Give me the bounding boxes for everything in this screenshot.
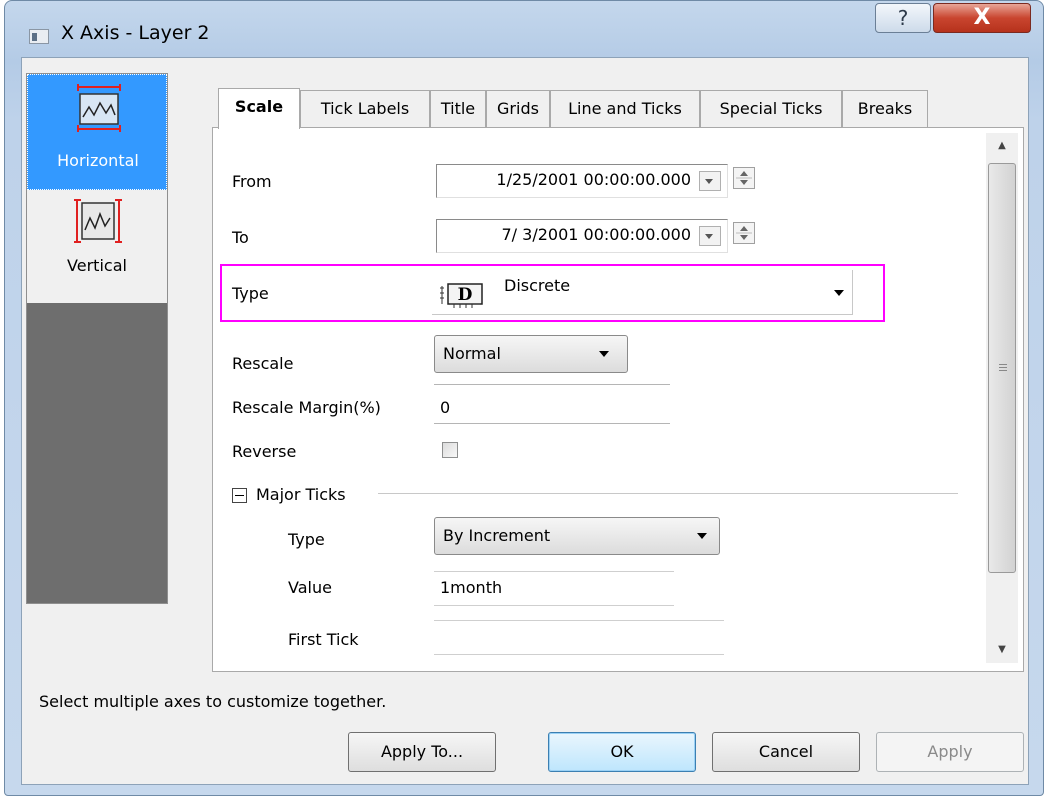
type-dropdown-arrow-icon [834, 290, 844, 296]
scrollbar-thumb[interactable] [988, 163, 1016, 573]
major-type-label: Type [288, 530, 325, 549]
type-combobox[interactable]: D Discrete [432, 270, 853, 315]
scroll-down-icon[interactable]: ▼ [988, 639, 1016, 661]
window-title: X Axis - Layer 2 [61, 22, 210, 44]
tab-line-and-ticks[interactable]: Line and Ticks [550, 90, 700, 128]
rescale-margin-underline [434, 423, 670, 424]
side-item-label: Horizontal [57, 151, 139, 170]
from-dropdown-button[interactable] [699, 171, 721, 191]
side-item-label: Vertical [67, 256, 127, 275]
to-spin-button[interactable] [733, 222, 755, 244]
from-field[interactable]: 1/25/2001 00:00:00.000 [436, 164, 728, 198]
reverse-checkbox[interactable] [442, 442, 458, 458]
vertical-axis-icon [74, 197, 122, 245]
tab-breaks[interactable]: Breaks [842, 90, 928, 128]
window-icon [29, 29, 49, 44]
apply-to-button[interactable]: Apply To... [348, 732, 496, 772]
axis-selector-panel: Horizontal Vertical [26, 73, 168, 604]
side-item-vertical[interactable]: Vertical [27, 190, 167, 303]
apply-button[interactable]: Apply [876, 732, 1024, 772]
rescale-label: Rescale [232, 354, 294, 373]
tab-grids[interactable]: Grids [486, 90, 550, 128]
from-spin-button[interactable] [733, 167, 755, 189]
first-tick-input[interactable] [440, 630, 720, 654]
from-value: 1/25/2001 00:00:00.000 [496, 170, 691, 189]
tab-special-ticks[interactable]: Special Ticks [700, 90, 842, 128]
first-tick-label: First Tick [288, 630, 359, 649]
cancel-button[interactable]: Cancel [712, 732, 860, 772]
spin-arrows-icon [736, 171, 752, 185]
to-field[interactable]: 7/ 3/2001 00:00:00.000 [436, 219, 728, 253]
reverse-label: Reverse [232, 442, 297, 461]
value-label: Value [288, 578, 332, 597]
rescale-value: Normal [443, 344, 501, 363]
rescale-margin-input[interactable]: 0 [440, 398, 670, 422]
to-label: To [232, 228, 249, 247]
type-value: Discrete [504, 276, 571, 295]
close-button[interactable]: X [933, 3, 1031, 33]
value-input[interactable]: 1month [440, 578, 672, 602]
scroll-up-icon[interactable]: ▲ [988, 135, 1016, 157]
rescale-separator [434, 384, 670, 385]
tab-tick-labels[interactable]: Tick Labels [300, 90, 430, 128]
discrete-scale-icon: D [440, 283, 483, 308]
rescale-dropdown-arrow-icon [599, 351, 609, 357]
value-underline [434, 605, 674, 606]
tab-title[interactable]: Title [430, 90, 486, 128]
horizontal-axis-icon [75, 84, 123, 132]
major-type-value: By Increment [443, 526, 551, 545]
rescale-combobox[interactable]: Normal [434, 335, 628, 373]
first-tick-top-line [434, 620, 724, 621]
from-label: From [232, 172, 272, 191]
major-type-combobox[interactable]: By Increment [434, 517, 720, 555]
value-top-line [434, 571, 674, 572]
status-text: Select multiple axes to customize togeth… [39, 692, 387, 711]
spin-arrows-icon [736, 226, 752, 240]
type-label: Type [232, 284, 269, 303]
major-ticks-label: Major Ticks [256, 485, 346, 504]
rescale-margin-label: Rescale Margin(%) [232, 398, 381, 417]
discrete-icon-letter: D [458, 285, 473, 305]
first-tick-underline [434, 654, 724, 655]
side-item-horizontal[interactable]: Horizontal [27, 74, 167, 190]
ok-button[interactable]: OK [548, 732, 696, 772]
to-value: 7/ 3/2001 00:00:00.000 [501, 225, 691, 244]
major-type-dropdown-arrow-icon [697, 533, 707, 539]
tab-scale[interactable]: Scale [218, 88, 300, 129]
help-button[interactable]: ? [875, 3, 931, 33]
vertical-scrollbar[interactable]: ▲ ▼ [986, 133, 1018, 663]
collapse-icon[interactable] [232, 488, 247, 503]
major-ticks-group-line [378, 493, 958, 494]
to-dropdown-button[interactable] [699, 226, 721, 246]
